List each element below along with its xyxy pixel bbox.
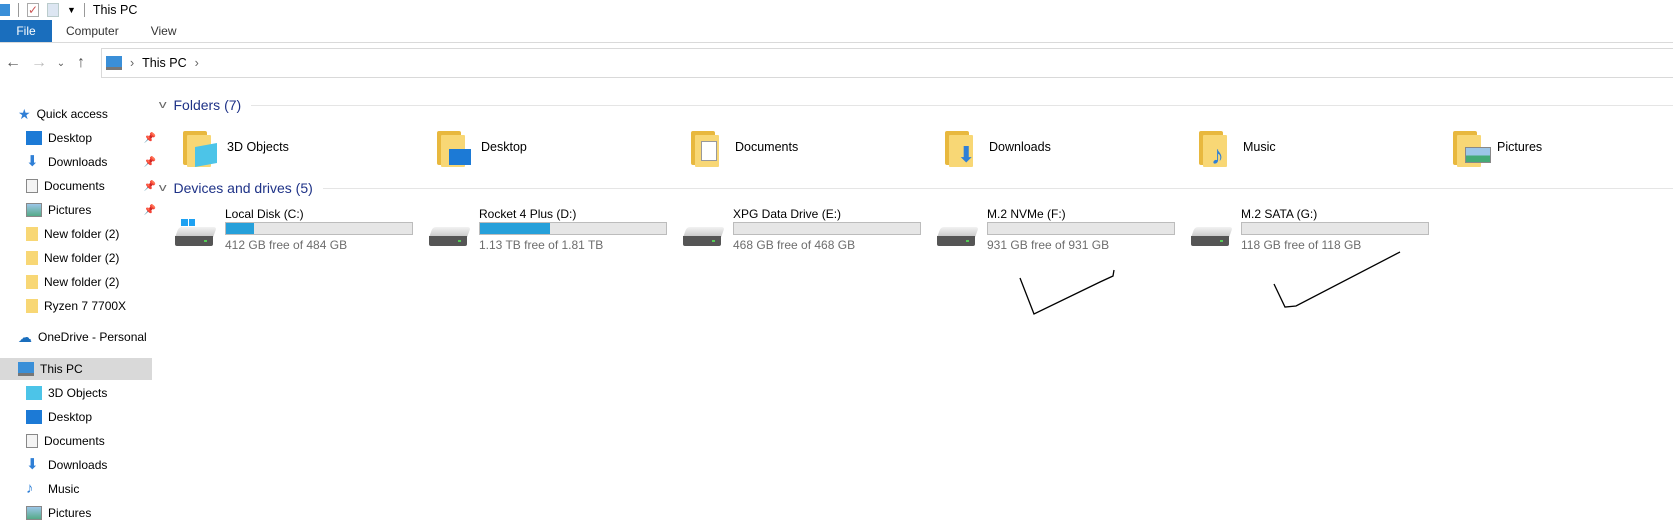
handwritten-checkmarks — [1019, 251, 1401, 315]
checkmark-drawing — [1273, 251, 1401, 308]
checkmark-drawing — [1019, 269, 1115, 315]
